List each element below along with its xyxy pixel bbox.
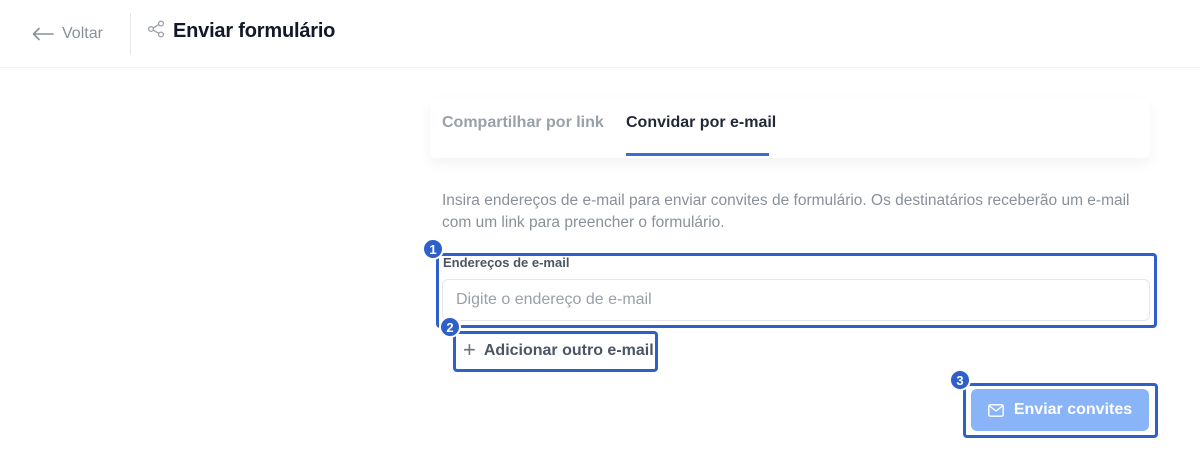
annotation-badge-3: 3 [949, 369, 971, 391]
annotation-box-2 [453, 331, 658, 372]
invite-description: Insira endereços de e-mail para enviar c… [442, 192, 1130, 231]
tab-share-link[interactable]: Compartilhar por link [442, 114, 604, 132]
back-label: Voltar [62, 25, 103, 42]
tab-invite-email[interactable]: Convidar por e-mail [626, 114, 776, 132]
page-title: Enviar formulário [173, 20, 336, 42]
annotation-box-1 [436, 253, 1157, 328]
arrow-left-icon [32, 27, 54, 41]
page-title-group: Enviar formulário [147, 19, 336, 43]
header-divider [130, 13, 131, 55]
tabs-bar: Compartilhar por link Convidar por e-mai… [430, 98, 1150, 158]
annotation-badge-2: 2 [439, 316, 461, 338]
back-button[interactable]: Voltar [32, 22, 103, 46]
top-bar: Voltar Enviar formulário [0, 0, 1200, 68]
share-icon [147, 19, 165, 38]
annotation-badge-1: 1 [422, 238, 444, 260]
active-tab-indicator [626, 153, 769, 156]
annotation-box-3 [963, 383, 1158, 438]
